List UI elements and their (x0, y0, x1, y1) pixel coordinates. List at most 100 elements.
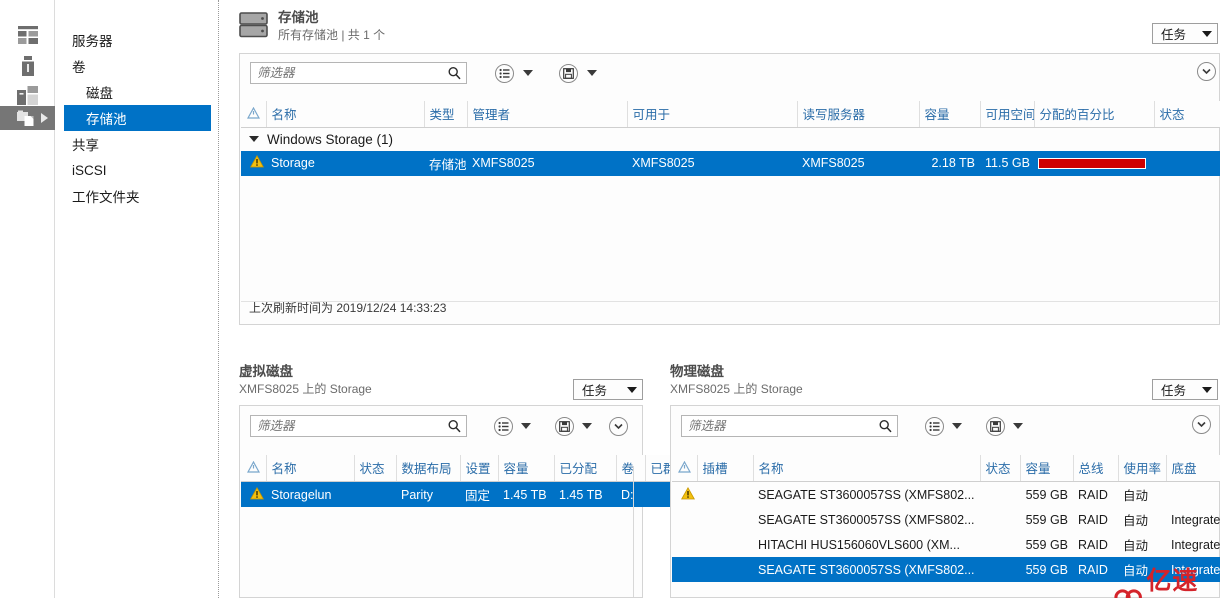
search-input[interactable] (250, 415, 467, 437)
collapse-panel-chevron-icon[interactable] (1192, 415, 1211, 434)
col-warning-icon[interactable] (672, 455, 698, 482)
physical-disks-subtitle: XMFS8025 上的 Storage (670, 382, 803, 396)
virtual-disks-header: 虚拟磁盘 XMFS8025 上的 Storage (239, 364, 372, 397)
sidebar-item-servers[interactable]: 服务器 (56, 27, 218, 53)
col-bus[interactable]: 总线 (1073, 455, 1119, 482)
storage-nav-list: 服务器 卷 磁盘 存储池 共享 iSCSI 工作文件夹 (56, 0, 218, 598)
cell-type: 存储池 (424, 150, 467, 176)
col-capacity[interactable]: 容量 (1020, 455, 1074, 482)
col-status[interactable]: 状态 (354, 455, 397, 482)
cell-bus: RAID (1078, 512, 1108, 527)
table-row[interactable]: Storagelun Parity 固定 1.45 TB 1.45 TB D: (241, 481, 705, 507)
sidebar-item-volumes[interactable]: 卷 (56, 53, 218, 79)
file-storage-icon (16, 110, 33, 126)
rail-item-dashboard[interactable] (0, 22, 55, 48)
col-slot[interactable]: 插槽 (697, 455, 754, 482)
collapse-panel-chevron-icon[interactable] (609, 416, 628, 436)
save-query-chevron-down-icon[interactable] (1013, 423, 1023, 429)
view-options-group[interactable] (494, 416, 531, 436)
table-row[interactable]: HITACHI HUS156060VLS600 (XM... 559 GB RAID… (672, 532, 1220, 557)
list-view-chevron-down-icon[interactable] (952, 423, 962, 429)
table-row[interactable]: SEAGATE ST3600057SS (XMFS802... 559 GB RAI… (672, 507, 1220, 532)
cell-status (354, 481, 396, 507)
col-available-to[interactable]: 可用于 (627, 101, 798, 128)
chevron-down-icon (1202, 30, 1212, 37)
collapse-panel-chevron-icon[interactable] (1197, 62, 1216, 81)
save-query-chevron-down-icon[interactable] (587, 70, 597, 76)
cell-layout: Parity (396, 481, 460, 507)
virtual-disks-title: 虚拟磁盘 (239, 364, 293, 379)
search-input[interactable] (250, 62, 467, 84)
sidebar-item-iscsi[interactable]: iSCSI (56, 157, 218, 183)
col-name[interactable]: 名称 (753, 455, 981, 482)
panel-footer-divider (241, 301, 1218, 302)
save-icon[interactable] (986, 416, 1005, 436)
col-warning-icon[interactable] (241, 101, 267, 128)
col-volume[interactable]: 卷 (616, 455, 646, 482)
col-read-write-server[interactable]: 读写服务器 (797, 101, 920, 128)
warning-icon (249, 154, 264, 168)
col-percent-allocated[interactable]: 分配的百分比 (1034, 101, 1155, 128)
col-provisioning[interactable]: 设置 (460, 455, 499, 482)
list-view-icon[interactable] (925, 416, 944, 436)
table-row[interactable]: Storage 存储池 XMFS8025 XMFS8025 XMFS8025 2… (241, 150, 1220, 176)
rail-item-all-servers[interactable] (0, 82, 55, 108)
watermark-text: 亿速云 (1146, 566, 1199, 595)
cell-usage: 自动 (1123, 489, 1149, 503)
cell-bus: RAID (1078, 537, 1108, 552)
sidebar-item-shares[interactable]: 共享 (56, 131, 218, 157)
physical-disks-tasks-button[interactable]: 任务 (1152, 379, 1218, 400)
search-input[interactable] (681, 415, 898, 437)
view-options-group[interactable] (925, 416, 962, 436)
list-view-icon[interactable] (494, 416, 513, 436)
storage-pools-grid: 名称 类型 管理者 可用于 读写服务器 容量 可用空间 分配的百分比 状态 Wi… (241, 101, 1220, 176)
col-warning-icon[interactable] (241, 455, 267, 482)
table-row[interactable]: SEAGATE ST3600057SS (XMFS802... 559 GB RAI… (672, 482, 1220, 508)
save-query-group[interactable] (559, 63, 597, 83)
list-glyph-icon (929, 421, 940, 431)
col-managed-by[interactable]: 管理者 (467, 101, 628, 128)
save-icon[interactable] (559, 63, 578, 83)
grid-right-edge (633, 466, 634, 597)
sidebar-item-disks[interactable]: 磁盘 (56, 79, 218, 105)
col-capacity[interactable]: 容量 (919, 101, 981, 128)
save-query-group[interactable] (986, 416, 1023, 436)
rail-item-local-server[interactable] (0, 53, 55, 79)
cell-capacity: 1.45 TB (498, 481, 554, 507)
grid-group-row[interactable]: Windows Storage (1) (241, 128, 1220, 151)
virtual-disks-tasks-button[interactable]: 任务 (573, 379, 643, 400)
save-query-chevron-down-icon[interactable] (582, 423, 592, 429)
col-chassis[interactable]: 底盘 (1166, 455, 1220, 482)
storage-pools-tasks-button[interactable]: 任务 (1152, 23, 1218, 44)
all-servers-icon (17, 85, 38, 105)
list-view-chevron-down-icon[interactable] (521, 423, 531, 429)
expand-caret-icon[interactable] (249, 135, 259, 142)
save-query-group[interactable] (555, 416, 592, 436)
sidebar-item-label: 磁盘 (86, 86, 113, 101)
sidebar-item-storage-pools[interactable]: 存储池 (64, 105, 211, 131)
icon-rail (0, 0, 55, 598)
col-status[interactable]: 状态 (1154, 101, 1220, 128)
save-icon[interactable] (555, 416, 574, 436)
list-view-icon[interactable] (495, 63, 514, 83)
sidebar-item-label: iSCSI (72, 162, 107, 178)
col-free-space[interactable]: 可用空间 (980, 101, 1035, 128)
sidebar-item-work-folders[interactable]: 工作文件夹 (56, 183, 218, 209)
col-layout[interactable]: 数据布局 (396, 455, 461, 482)
col-status[interactable]: 状态 (980, 455, 1021, 482)
chevron-down-icon (627, 386, 637, 393)
rail-item-file-storage-services[interactable] (0, 106, 55, 130)
cell-name: HITACHI HUS156060VLS600 (XM... (758, 537, 960, 552)
col-name[interactable]: 名称 (266, 455, 355, 482)
col-type[interactable]: 类型 (424, 101, 468, 128)
col-usage[interactable]: 使用率 (1118, 455, 1167, 482)
col-name[interactable]: 名称 (266, 101, 425, 128)
cell-slot (697, 532, 753, 557)
watermark: 亿速云 (1114, 561, 1220, 598)
physical-disks-toolbar (681, 415, 1211, 437)
view-options-group[interactable] (495, 63, 533, 83)
list-view-chevron-down-icon[interactable] (523, 70, 533, 76)
col-allocated[interactable]: 已分配 (554, 455, 617, 482)
col-capacity[interactable]: 容量 (498, 455, 555, 482)
cell-chassis: Integrated : A (1171, 537, 1220, 552)
